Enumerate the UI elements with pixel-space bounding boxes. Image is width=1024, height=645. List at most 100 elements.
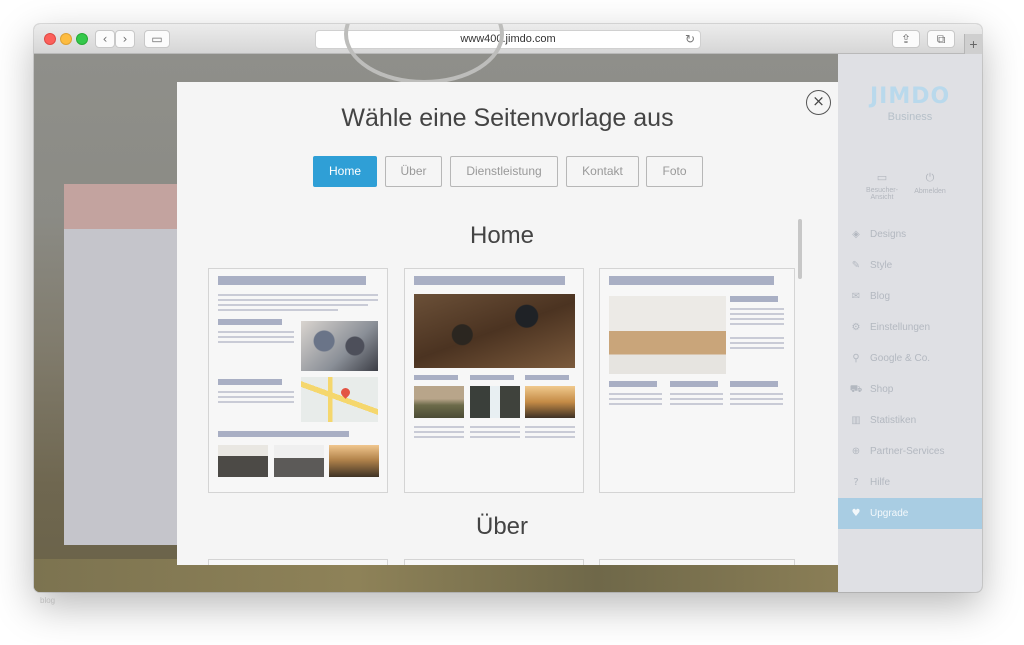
new-tab-button[interactable]: +	[964, 34, 982, 54]
sidebar-item-statistiken[interactable]: ▥ Statistiken	[838, 405, 982, 436]
template-text-line	[609, 393, 662, 395]
plus-circle-icon: ⊕	[851, 446, 861, 457]
designs-icon: ◈	[852, 229, 860, 240]
template-subheading-bar	[218, 319, 282, 325]
gallery-image	[329, 445, 379, 477]
sidebar-item-google[interactable]: ⚲ Google & Co.	[838, 343, 982, 374]
sidebar-item-partner-services[interactable]: ⊕ Partner-Services	[838, 436, 982, 467]
template-card[interactable]	[599, 268, 795, 493]
plan-label: Business	[887, 111, 933, 123]
gallery-image	[274, 445, 324, 477]
template-text-line	[525, 431, 575, 433]
sidebar-toggle-icon[interactable]: ▭	[144, 30, 170, 48]
tab-home[interactable]: Home	[313, 156, 377, 187]
sidebar-item-hilfe[interactable]: ? Hilfe	[838, 467, 982, 498]
back-icon[interactable]: ‹	[95, 30, 115, 48]
forward-icon[interactable]: ›	[115, 30, 135, 48]
template-text-line	[730, 337, 784, 339]
template-text-line	[218, 336, 294, 338]
template-text-line	[470, 436, 520, 438]
zoom-window-button[interactable]	[76, 33, 88, 45]
map-marker-icon	[339, 386, 352, 399]
template-text-line	[670, 393, 723, 395]
cart-icon: ⛟	[849, 384, 863, 395]
template-heading-bar	[218, 276, 366, 285]
template-card[interactable]	[208, 268, 388, 493]
search-icon: ⚲	[852, 353, 860, 364]
sidebar-item-label: Designs	[870, 229, 907, 240]
sidebar-item-label: Upgrade	[870, 508, 909, 519]
gallery-image	[470, 386, 520, 418]
close-icon[interactable]: ×	[806, 90, 831, 115]
template-text-line	[730, 398, 783, 400]
tab-foto[interactable]: Foto	[646, 156, 703, 187]
background-circle	[344, 24, 504, 84]
template-card[interactable]	[404, 559, 584, 565]
hero-desk-image	[414, 294, 575, 368]
blog-icon: ✉	[851, 291, 861, 302]
gallery-image	[218, 445, 268, 477]
browser-window: ‹ › ▭ www400.jimdo.com ↻ ⇪ ⧉ + JIMDO Bus…	[34, 24, 982, 592]
template-chooser-modal: Wähle eine Seitenvorlage aus × Home Über…	[177, 82, 838, 565]
template-card[interactable]	[404, 268, 584, 493]
template-text-line	[609, 398, 662, 400]
style-icon: ✎	[851, 260, 861, 271]
sidebar-item-upgrade[interactable]: ♥ Upgrade	[838, 498, 982, 529]
footer-badge: blog	[40, 596, 56, 605]
visitor-view-button[interactable]: ▭ Besucher-Ansicht	[860, 171, 904, 201]
template-text-line	[670, 403, 723, 405]
template-text-line	[470, 426, 520, 428]
template-text-line	[730, 342, 784, 344]
sidebar-menu: ◈ Designs ✎ Style ✉ Blog ⚙ Einstellungen ⚲ Go…	[838, 219, 982, 529]
logout-button[interactable]: ⏻ Abmelden	[908, 171, 952, 195]
template-text-line	[730, 347, 784, 349]
template-subheading-bar	[609, 381, 657, 387]
template-text-line	[730, 393, 783, 395]
gallery-image	[525, 386, 575, 418]
template-text-line	[218, 299, 378, 301]
sidebar-item-label: Google & Co.	[870, 353, 931, 364]
tab-ueber[interactable]: Über	[385, 156, 442, 187]
template-subheading-bar	[414, 375, 458, 380]
sidebar-item-style[interactable]: ✎ Style	[838, 250, 982, 281]
template-text-line	[218, 294, 378, 296]
reload-icon[interactable]: ↻	[685, 31, 695, 48]
template-text-line	[670, 398, 723, 400]
visitor-view-label: Besucher-Ansicht	[866, 187, 898, 201]
jimdo-sidebar: JIMDO Business ▭ Besucher-Ansicht ⏻ Abme…	[838, 54, 982, 592]
template-card[interactable]	[208, 559, 388, 565]
sidebar-item-label: Statistiken	[870, 415, 917, 426]
template-text-line	[730, 313, 784, 315]
heart-icon: ♥	[851, 508, 861, 519]
template-subheading-bar	[525, 375, 569, 380]
chart-icon: ▥	[851, 415, 861, 426]
jimdo-logo: JIMDO	[870, 84, 951, 109]
logout-label: Abmelden	[914, 188, 946, 195]
minimize-window-button[interactable]	[60, 33, 72, 45]
template-text-line	[218, 341, 294, 343]
template-text-line	[218, 401, 294, 403]
template-text-line	[730, 308, 784, 310]
sidebar-item-shop[interactable]: ⛟ Shop	[838, 374, 982, 405]
template-text-line	[730, 323, 784, 325]
template-text-line	[525, 426, 575, 428]
sidebar-item-label: Blog	[870, 291, 891, 302]
map-image	[301, 377, 378, 422]
sidebar-item-designs[interactable]: ◈ Designs	[838, 219, 982, 250]
browser-toolbar: ‹ › ▭ www400.jimdo.com ↻ ⇪ ⧉ +	[34, 24, 982, 54]
tab-kontakt[interactable]: Kontakt	[566, 156, 639, 187]
sidebar-item-label: Einstellungen	[870, 322, 931, 333]
show-tabs-icon[interactable]: ⧉	[927, 30, 955, 48]
section-title-home: Home	[469, 222, 535, 249]
template-text-line	[609, 403, 662, 405]
sidebar-item-label: Hilfe	[870, 477, 891, 488]
close-window-button[interactable]	[44, 33, 56, 45]
share-icon[interactable]: ⇪	[892, 30, 920, 48]
sidebar-item-blog[interactable]: ✉ Blog	[838, 281, 982, 312]
sidebar-item-einstellungen[interactable]: ⚙ Einstellungen	[838, 312, 982, 343]
template-text-line	[470, 431, 520, 433]
tab-dienstleistung[interactable]: Dienstleistung	[450, 156, 558, 187]
template-subheading-bar	[470, 375, 514, 380]
template-card[interactable]	[599, 559, 795, 565]
sidebar-item-label: Partner-Services	[870, 446, 945, 457]
